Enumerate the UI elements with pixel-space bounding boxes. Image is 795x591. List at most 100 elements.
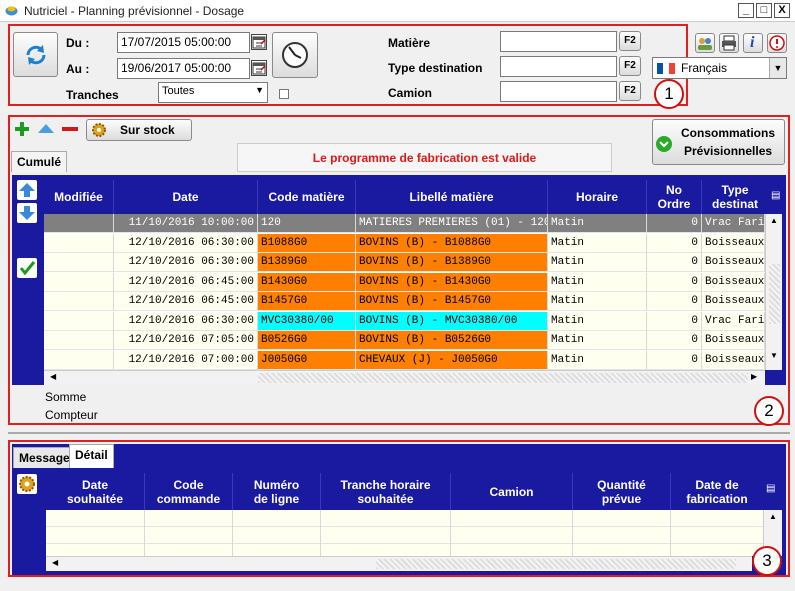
calendar-icon[interactable] — [251, 34, 267, 50]
cell-modifiee — [44, 214, 114, 233]
au-date-input[interactable]: 19/06/2017 05:00:00 — [117, 58, 250, 79]
column-header-type-destination[interactable]: Type destinat — [702, 180, 768, 214]
sur-stock-button[interactable]: Sur stock — [86, 119, 192, 141]
column-menu-icon[interactable]: ▤ — [766, 483, 775, 494]
scroll-left-icon[interactable]: ◀ — [50, 372, 56, 381]
scroll-thumb[interactable] — [376, 559, 736, 569]
table-row[interactable]: 12/10/2016 06:30:00 B1088G0 BOVINS (B) - B… — [44, 233, 765, 253]
minimize-button[interactable]: _ — [738, 3, 754, 18]
cell-type-destination: Boisseaux — [702, 233, 765, 253]
scroll-right-icon[interactable]: ▶ — [751, 372, 757, 381]
column-header-code-matiere[interactable]: Code matière — [258, 180, 356, 214]
scroll-up-icon[interactable]: ▲ — [769, 512, 777, 521]
scroll-thumb[interactable] — [258, 373, 748, 383]
horizontal-scrollbar[interactable]: ◀ ▶ — [44, 370, 765, 385]
validate-check-icon[interactable] — [17, 258, 37, 278]
cell-libelle-matiere: BOVINS (B) - MVC30380/00 — [356, 311, 548, 331]
column-header-date-fabrication[interactable]: Date de fabrication — [671, 473, 763, 510]
column-header-tranche-horaire[interactable]: Tranche horaire souhaitée — [321, 473, 451, 510]
matiere-f2-button[interactable]: F2 — [619, 31, 641, 51]
cell-horaire: Matin — [548, 253, 647, 272]
cell-date: 12/10/2016 06:30:00 — [114, 311, 258, 331]
table-row[interactable]: 12/10/2016 07:00:00 J0050G0 CHEVAUX (J) - … — [44, 350, 765, 370]
cell-type-destination: Vrac Farine — [702, 214, 765, 233]
column-header-code-commande[interactable]: Code commande — [145, 473, 233, 510]
info-icon[interactable]: i — [743, 33, 763, 53]
column-divider — [670, 510, 671, 556]
column-divider — [572, 510, 573, 556]
au-label: Au : — [66, 62, 90, 76]
matiere-input[interactable] — [500, 31, 617, 52]
table-row[interactable]: 12/10/2016 06:30:00 MVC30380/00 BOVINS (B)… — [44, 311, 765, 331]
header-label: prévue — [601, 491, 642, 506]
consommations-button[interactable]: Consommations Prévisionnelles — [652, 119, 785, 165]
chevron-down-icon: ▼ — [769, 58, 786, 78]
type-destination-input[interactable] — [500, 56, 617, 77]
column-header-numero-ligne[interactable]: Numéro de ligne — [233, 473, 321, 510]
refresh-button[interactable] — [13, 32, 58, 77]
refresh-icon — [26, 45, 46, 65]
move-up-icon[interactable] — [36, 121, 56, 137]
column-header-quantite[interactable]: Quantité prévue — [573, 473, 671, 510]
column-header-horaire[interactable]: Horaire — [548, 180, 647, 214]
footer-somme: Somme — [45, 390, 87, 404]
column-header-camion[interactable]: Camion — [451, 473, 573, 510]
title-bar: Nutriciel - Planning prévisionnel - Dosa… — [0, 0, 795, 22]
print-icon[interactable] — [719, 33, 739, 53]
table-row[interactable]: 12/10/2016 06:45:00 B1430G0 BOVINS (B) - B… — [44, 272, 765, 292]
scroll-down-icon[interactable]: ▼ — [770, 351, 778, 360]
cell-date: 12/10/2016 06:45:00 — [114, 272, 258, 292]
type-destination-f2-button[interactable]: F2 — [619, 56, 641, 76]
header-label: Libellé matière — [409, 190, 494, 204]
tranches-checkbox[interactable] — [279, 89, 289, 99]
tab-cumule[interactable]: Cumulé — [11, 151, 68, 172]
table-row[interactable]: 12/10/2016 07:05:00 B0526G0 BOVINS (B) - B… — [44, 331, 765, 350]
column-header-no-ordre[interactable]: No Ordre — [647, 180, 702, 214]
table-row[interactable] — [46, 527, 763, 544]
table-row[interactable] — [46, 544, 763, 556]
add-icon[interactable] — [14, 121, 30, 137]
scroll-left-icon[interactable]: ◀ — [52, 558, 58, 567]
remove-icon[interactable] — [60, 121, 80, 137]
users-icon[interactable] — [695, 33, 715, 53]
camion-input[interactable] — [500, 81, 617, 102]
table-row[interactable]: 12/10/2016 06:45:00 B1457G0 BOVINS (B) - B… — [44, 292, 765, 311]
cell-modifiee — [44, 253, 114, 272]
horizontal-scrollbar[interactable]: ◀ — [46, 556, 752, 571]
column-header-date[interactable]: Date — [114, 180, 258, 214]
cell-type-destination: Boisseaux — [702, 292, 765, 311]
type-destination-label: Type destination — [388, 61, 483, 75]
cell-code-matiere: B1389G0 — [258, 253, 356, 272]
sur-stock-label: Sur stock — [120, 123, 175, 137]
maximize-button[interactable]: □ — [756, 3, 772, 18]
table-row[interactable] — [46, 510, 763, 527]
tranches-select[interactable]: Toutes ▼ — [158, 82, 268, 103]
column-header-libelle-matiere[interactable]: Libellé matière — [356, 180, 548, 214]
header-label: de ligne — [253, 491, 300, 506]
tab-message[interactable]: Message — [13, 447, 76, 468]
column-header-date-souhaitee[interactable]: Date souhaitée — [46, 473, 145, 510]
tranches-value: Toutes — [162, 85, 195, 97]
vertical-scrollbar[interactable]: ▲ ▼ — [765, 214, 782, 370]
move-up-icon[interactable] — [17, 180, 37, 200]
move-down-icon[interactable] — [17, 203, 37, 223]
alert-icon[interactable] — [767, 33, 787, 53]
cell-modifiee — [44, 272, 114, 292]
camion-f2-button[interactable]: F2 — [619, 81, 641, 101]
scroll-thumb[interactable] — [769, 264, 780, 324]
header-label: fabrication — [686, 491, 748, 506]
close-button[interactable]: X — [774, 3, 790, 18]
header-label: Type — [721, 183, 749, 197]
column-menu-icon[interactable]: ▤ — [771, 190, 780, 201]
scroll-up-icon[interactable]: ▲ — [770, 216, 778, 225]
table-row[interactable]: 11/10/2016 10:00:00 120 MATIERES PREMIERES… — [44, 214, 765, 233]
arrow-right-icon — [656, 136, 672, 152]
table-row[interactable]: 12/10/2016 06:30:00 B1389G0 BOVINS (B) - B… — [44, 253, 765, 272]
du-date-input[interactable]: 17/07/2015 05:00:00 — [117, 32, 250, 53]
clock-button[interactable] — [272, 32, 318, 78]
tab-detail[interactable]: Détail — [69, 444, 114, 468]
gear-icon[interactable] — [17, 474, 37, 494]
language-select[interactable]: Français ▼ — [652, 57, 787, 79]
column-header-modifiee[interactable]: Modifiée — [44, 180, 114, 214]
calendar-icon[interactable] — [251, 60, 267, 76]
